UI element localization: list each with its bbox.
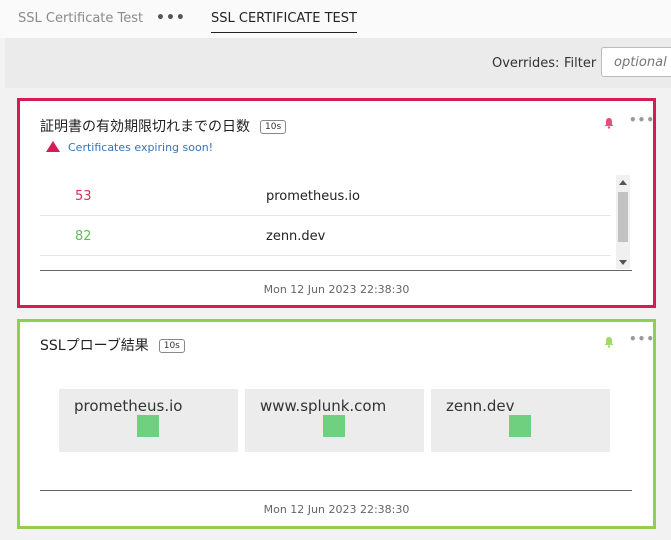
panel-title-text: 証明書の有効期限切れまでの日数: [40, 119, 250, 135]
probe-tile[interactable]: www.splunk.com: [245, 389, 424, 452]
cert-table: 53 prometheus.io 82 zenn.dev: [40, 176, 611, 264]
probe-tile[interactable]: prometheus.io: [59, 389, 238, 452]
panel-more-icon[interactable]: •••: [629, 113, 655, 127]
probe-name: zenn.dev: [446, 397, 515, 415]
panel-timestamp: Mon 12 Jun 2023 22:38:30: [263, 503, 410, 516]
tab-ssl-certificate-test-active[interactable]: SSL CERTIFICATE TEST: [211, 11, 357, 33]
days-remaining: 82: [75, 229, 92, 244]
probe-tile[interactable]: zenn.dev: [431, 389, 610, 452]
filter-label: Filter: [564, 56, 597, 71]
refresh-interval-badge: 10s: [260, 120, 287, 134]
table-row: 53 prometheus.io: [40, 176, 611, 216]
divider: [40, 490, 632, 491]
overrides-bar: Overrides: Filter: [5, 38, 671, 88]
divider: [40, 270, 632, 271]
scroll-down-icon[interactable]: [619, 260, 627, 265]
dashboard-tab-bar: SSL Certificate Test ••• SSL CERTIFICATE…: [0, 0, 671, 38]
bell-icon[interactable]: [603, 117, 615, 129]
table-scrollbar[interactable]: [616, 175, 630, 269]
probe-name: prometheus.io: [74, 397, 183, 415]
bell-icon[interactable]: [603, 336, 615, 348]
status-indicator: [509, 415, 531, 437]
hostname: zenn.dev: [266, 229, 326, 244]
ssl-probe-panel: SSLプローブ結果 10s ••• prometheus.io www.splun…: [17, 319, 656, 529]
status-indicator: [323, 415, 345, 437]
panel-timestamp: Mon 12 Jun 2023 22:38:30: [263, 283, 410, 296]
table-row: 82 zenn.dev: [40, 216, 611, 256]
alert-text: Certificates expiring soon!: [68, 141, 214, 154]
days-remaining: 53: [75, 189, 92, 204]
overrides-label: Overrides:: [492, 56, 560, 71]
panel-title: 証明書の有効期限切れまでの日数 10s: [40, 116, 287, 136]
panel-title-text: SSLプローブ結果: [40, 338, 149, 354]
filter-input[interactable]: [601, 47, 671, 77]
probe-name: www.splunk.com: [260, 397, 387, 415]
hostname: prometheus.io: [266, 189, 360, 204]
scroll-thumb[interactable]: [618, 192, 628, 242]
cert-expiry-panel: 証明書の有効期限切れまでの日数 10s ••• Certificates expi…: [17, 98, 656, 308]
scroll-up-icon[interactable]: [619, 180, 627, 185]
alert-message: Certificates expiring soon!: [46, 141, 213, 154]
status-indicator: [137, 415, 159, 437]
more-options-icon[interactable]: •••: [156, 10, 186, 26]
warning-triangle-icon: [46, 141, 60, 152]
panel-more-icon[interactable]: •••: [629, 332, 655, 346]
panel-title: SSLプローブ結果 10s: [40, 335, 185, 355]
tab-ssl-certificate-test[interactable]: SSL Certificate Test: [18, 11, 143, 26]
refresh-interval-badge: 10s: [158, 339, 185, 353]
